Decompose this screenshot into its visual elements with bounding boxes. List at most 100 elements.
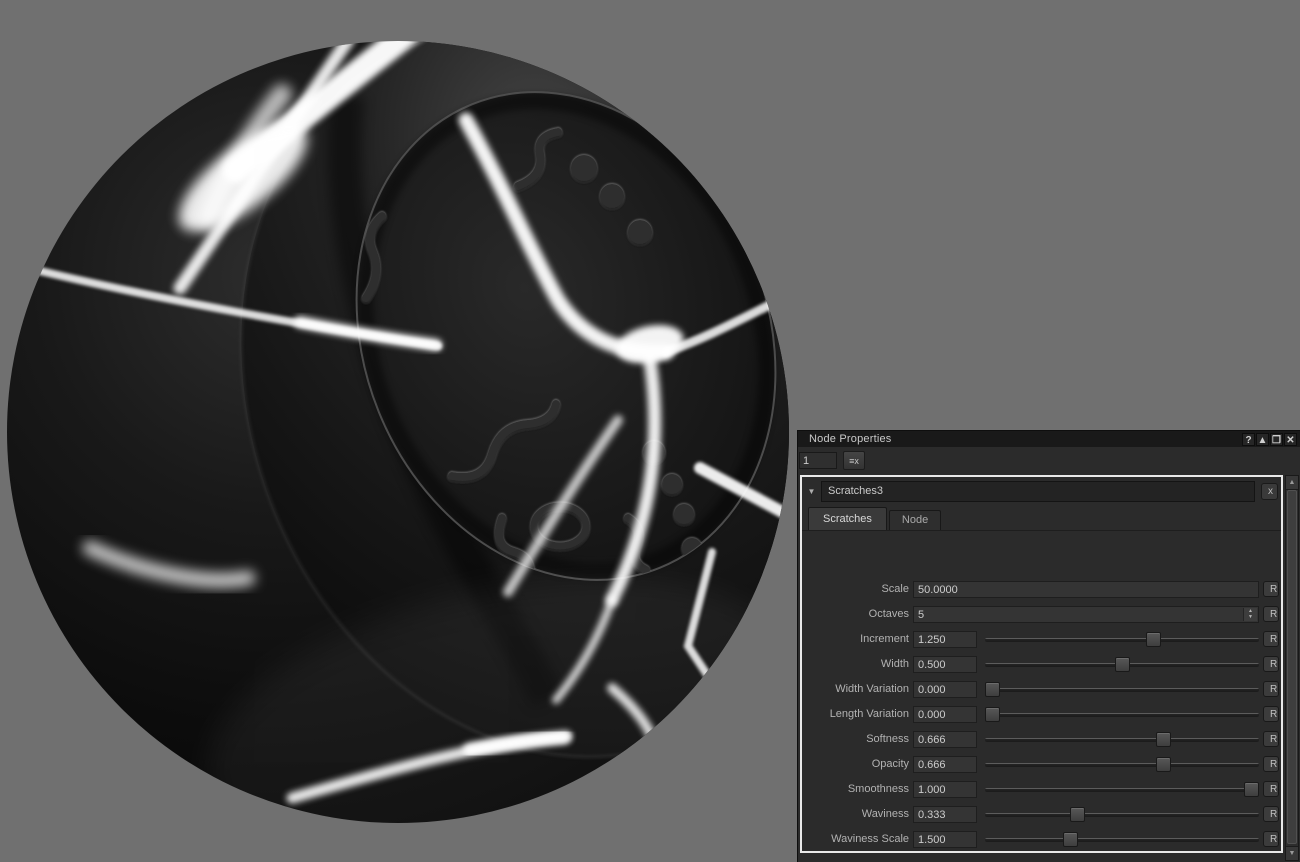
value-field[interactable]: 5 ▲▼ — [913, 606, 1259, 623]
node-header: ▼ Scratches3 x — [805, 481, 1278, 502]
value-slider[interactable] — [985, 782, 1259, 797]
reset-button[interactable]: R — [1263, 731, 1279, 747]
reset-button[interactable]: R — [1263, 581, 1279, 597]
slider-handle[interactable] — [1244, 782, 1259, 797]
spinner-control[interactable]: ▲▼ — [1243, 608, 1257, 621]
shade-panel-icon[interactable]: ▲ — [1256, 433, 1269, 446]
value-slider[interactable] — [985, 657, 1259, 672]
value-field[interactable]: 0.000 — [913, 706, 977, 723]
slider-handle[interactable] — [1146, 632, 1161, 647]
clear-filter-icon: ≡x — [849, 456, 859, 466]
reset-button[interactable]: R — [1263, 806, 1279, 822]
node-properties-panel: Node Properties ? ▲ ❐ ✕ ≡x ▼ Scratches3 … — [797, 430, 1300, 862]
slider-handle[interactable] — [1156, 732, 1171, 747]
panel-toolrow: ≡x — [798, 447, 1300, 474]
value-field[interactable]: 0.500 — [913, 656, 977, 673]
value-text: 5 — [918, 609, 924, 621]
value-text: 1.000 — [918, 784, 946, 796]
value-slider[interactable] — [985, 807, 1259, 822]
property-label: Waviness Scale — [802, 833, 909, 845]
help-icon[interactable]: ? — [1242, 433, 1255, 446]
slider-handle[interactable] — [1156, 757, 1171, 772]
property-row: Width 0.500 R — [802, 652, 1281, 677]
value-field[interactable]: 1.250 — [913, 631, 977, 648]
scroll-down-icon[interactable]: ▼ — [1286, 846, 1298, 860]
property-row: Waviness 0.333 R — [802, 802, 1281, 827]
slider-handle[interactable] — [985, 707, 1000, 722]
property-label: Scale — [802, 583, 909, 595]
property-row: Octaves 5▲▼ R — [802, 602, 1281, 627]
scrollbar-thumb[interactable] — [1287, 490, 1297, 844]
value-slider[interactable] — [985, 757, 1259, 772]
value-text: 0.333 — [918, 809, 946, 821]
property-row: Waviness Scale 1.500 R — [802, 827, 1281, 852]
slider-track[interactable] — [985, 788, 1259, 792]
slider-track[interactable] — [985, 738, 1259, 742]
slider-track[interactable] — [985, 838, 1259, 842]
property-row: Softness 0.666 R — [802, 727, 1281, 752]
reset-button[interactable]: R — [1263, 831, 1279, 847]
value-field[interactable]: 0.666 — [913, 756, 977, 773]
spinner-down-icon[interactable]: ▼ — [1248, 615, 1253, 620]
slider-track[interactable] — [985, 713, 1259, 717]
slider-handle[interactable] — [985, 682, 1000, 697]
property-label: Opacity — [802, 758, 909, 770]
clear-filter-button[interactable]: ≡x — [843, 451, 865, 470]
panel-scrollbar[interactable]: ▲ ▼ — [1285, 475, 1299, 861]
tab-bar: ScratchesNode — [802, 505, 1281, 531]
tab-scratches[interactable]: Scratches — [808, 507, 887, 530]
slider-handle[interactable] — [1115, 657, 1130, 672]
reset-button[interactable]: R — [1263, 681, 1279, 697]
tab-node[interactable]: Node — [889, 510, 941, 530]
reset-button[interactable]: R — [1263, 631, 1279, 647]
property-row: Increment 1.250 R — [802, 627, 1281, 652]
slider-track[interactable] — [985, 638, 1259, 642]
value-field[interactable]: 0.333 — [913, 806, 977, 823]
value-slider[interactable] — [985, 682, 1259, 697]
reset-button[interactable]: R — [1263, 606, 1279, 622]
node-index-input[interactable] — [799, 452, 837, 469]
panel-title: Node Properties — [809, 433, 892, 445]
value-text: 0.500 — [918, 659, 946, 671]
value-text: 50.0000 — [918, 584, 958, 596]
property-label: Smoothness — [802, 783, 909, 795]
value-field[interactable]: 0.000 — [913, 681, 977, 698]
value-text: 0.000 — [918, 709, 946, 721]
slider-handle[interactable] — [1063, 832, 1078, 847]
property-label: Waviness — [802, 808, 909, 820]
float-window-icon[interactable]: ❐ — [1270, 433, 1283, 446]
slider-track[interactable] — [985, 688, 1259, 692]
value-slider[interactable] — [985, 832, 1259, 847]
value-slider[interactable] — [985, 707, 1259, 722]
value-field[interactable]: 1.000 — [913, 781, 977, 798]
reset-button[interactable]: R — [1263, 756, 1279, 772]
property-row: Length Variation 0.000 R — [802, 702, 1281, 727]
scroll-up-icon[interactable]: ▲ — [1286, 476, 1298, 490]
close-icon[interactable]: ✕ — [1284, 433, 1297, 446]
titlebar-buttons: ? ▲ ❐ ✕ — [1242, 433, 1297, 446]
node-name-field[interactable]: Scratches3 — [821, 481, 1255, 502]
property-row: Width Variation 0.000 R — [802, 677, 1281, 702]
property-label: Length Variation — [802, 708, 909, 720]
property-row: Scale 50.0000 R — [802, 577, 1281, 602]
property-label: Increment — [802, 633, 909, 645]
slider-track[interactable] — [985, 813, 1259, 817]
value-slider[interactable] — [985, 732, 1259, 747]
slider-handle[interactable] — [1070, 807, 1085, 822]
value-field[interactable]: 50.0000 — [913, 581, 1259, 598]
value-slider[interactable] — [985, 632, 1259, 647]
property-row: Rotation 0.000 R — [802, 852, 1281, 853]
reset-button[interactable]: R — [1263, 781, 1279, 797]
slider-track[interactable] — [985, 763, 1259, 767]
value-field[interactable]: 0.666 — [913, 731, 977, 748]
property-label: Softness — [802, 733, 909, 745]
reset-button[interactable]: R — [1263, 706, 1279, 722]
property-label: Width Variation — [802, 683, 909, 695]
collapse-arrow-icon[interactable]: ▼ — [805, 487, 818, 496]
remove-node-button[interactable]: x — [1261, 483, 1278, 500]
reset-button[interactable]: R — [1263, 656, 1279, 672]
panel-titlebar[interactable]: Node Properties ? ▲ ❐ ✕ — [798, 431, 1300, 447]
application-window: Node Properties ? ▲ ❐ ✕ ≡x ▼ Scratches3 … — [0, 0, 1300, 862]
value-text: 0.000 — [918, 684, 946, 696]
value-field[interactable]: 1.500 — [913, 831, 977, 848]
